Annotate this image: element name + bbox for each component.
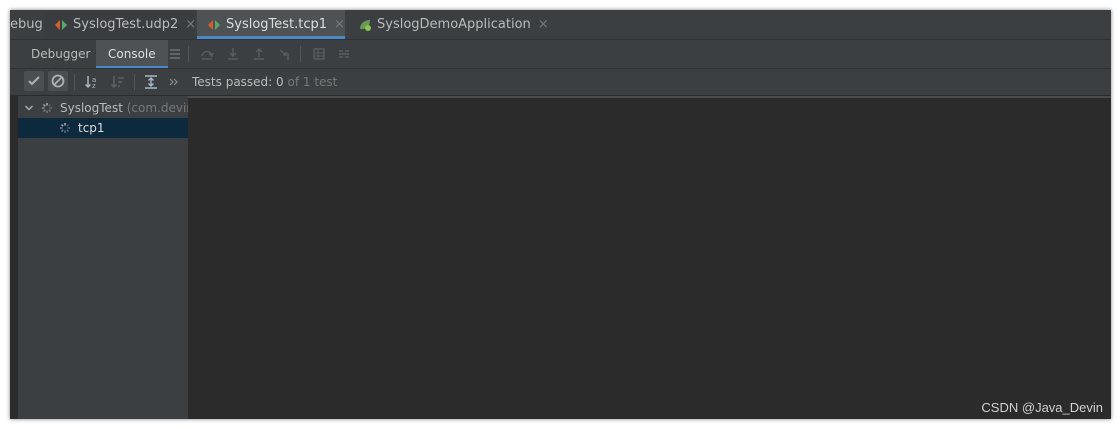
tab-syslogdemoapplication[interactable]: SyslogDemoApplication × <box>348 10 549 39</box>
status-passed-count: 0 <box>276 75 284 89</box>
test-tree-panel: SyslogTest (com.devin tcp1 <box>18 96 188 419</box>
tree-item-label: SyslogTest (com.devin <box>60 98 188 118</box>
chevron-right-icon[interactable] <box>168 72 180 92</box>
tab-syslogtest-tcp1[interactable]: SyslogTest.tcp1 × <box>197 10 345 39</box>
tab-debugger[interactable]: Debugger <box>31 40 90 68</box>
tree-package-name: (com.devin <box>122 101 188 115</box>
close-icon[interactable]: × <box>538 17 549 32</box>
step-into-icon[interactable] <box>226 47 240 61</box>
tab-label: SyslogTest.udp2 <box>73 17 179 32</box>
toolbar-separator <box>74 74 75 90</box>
toolbar-separator <box>188 46 189 62</box>
status-suffix: of 1 test <box>283 75 338 89</box>
chevron-down-icon[interactable] <box>24 98 34 118</box>
spinner-icon <box>40 98 54 118</box>
console-output[interactable] <box>188 96 1111 419</box>
sort-alphabetically-icon[interactable]: az <box>82 72 102 92</box>
evaluate-expression-icon[interactable] <box>312 47 326 61</box>
step-over-icon[interactable] <box>200 47 214 61</box>
test-status: Tests passed: 0 of 1 test <box>192 69 337 95</box>
debug-subtoolbar: Debugger Console <box>10 40 1111 69</box>
close-icon[interactable]: × <box>185 17 196 32</box>
tree-item-label: tcp1 <box>78 121 105 135</box>
tab-label: SyslogDemoApplication <box>377 17 531 32</box>
watermark: CSDN @Java_Devin <box>981 400 1103 415</box>
show-ignored-toggle[interactable] <box>48 71 68 91</box>
spring-boot-icon <box>358 18 372 32</box>
test-runner-toolbar: az Tests passed: 0 of 1 test <box>10 69 1111 95</box>
trace-icon[interactable] <box>337 47 351 61</box>
spinner-icon <box>58 118 72 138</box>
tab-label: SyslogTest.tcp1 <box>226 17 328 32</box>
step-out-icon[interactable] <box>252 47 266 61</box>
debug-tab-bar: ebug: SyslogTest.udp2 × SyslogTest.tcp1 … <box>10 10 1111 40</box>
toolbar-separator <box>134 74 135 90</box>
tab-syslogtest-udp2[interactable]: SyslogTest.udp2 × <box>44 10 196 39</box>
run-to-cursor-icon[interactable] <box>278 47 292 61</box>
status-prefix: Tests passed: <box>192 75 277 89</box>
expand-all-icon[interactable] <box>141 72 161 92</box>
tree-item-tcp1[interactable]: tcp1 <box>18 118 188 138</box>
debug-label: ebug: <box>10 10 47 39</box>
tree-class-name: SyslogTest <box>60 101 123 115</box>
junit-run-icon <box>207 18 221 32</box>
debug-tool-window: ebug: SyslogTest.udp2 × SyslogTest.tcp1 … <box>10 10 1111 419</box>
show-passed-toggle[interactable] <box>24 71 44 91</box>
toolbar-separator <box>300 46 301 62</box>
close-icon[interactable]: × <box>334 17 345 32</box>
junit-run-icon <box>54 18 68 32</box>
menu-lines-icon[interactable] <box>168 47 182 61</box>
tree-item-syslogtest[interactable]: SyslogTest (com.devin <box>18 98 188 118</box>
svg-text:z: z <box>92 82 96 90</box>
tab-console[interactable]: Console <box>96 40 168 68</box>
sort-by-duration-icon[interactable] <box>108 72 128 92</box>
